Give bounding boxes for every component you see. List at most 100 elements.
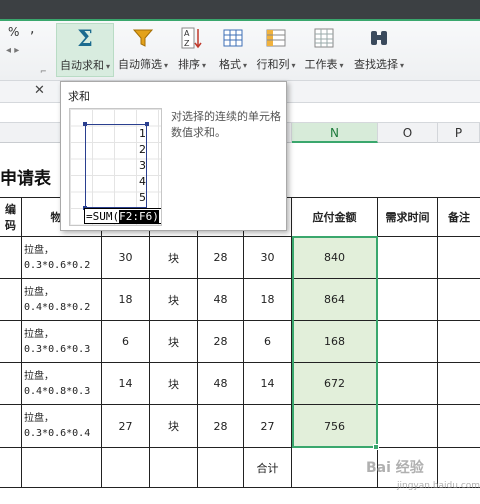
unit-cell[interactable]: 块 <box>150 363 198 405</box>
demand-time-cell[interactable] <box>378 363 438 405</box>
quantity-cell[interactable]: 27 <box>102 405 150 448</box>
find-select-label: 查找选择 <box>353 58 398 71</box>
tooltip-title: 求和 <box>68 90 90 103</box>
preview-value: 5 <box>139 191 146 204</box>
quantity-cell[interactable]: 6 <box>102 321 150 363</box>
total-row-cell[interactable] <box>22 448 102 488</box>
format-label: 格式 <box>218 58 241 71</box>
autosum-button[interactable]: Σ 自动求和 ▾ <box>56 23 114 77</box>
column-header-n[interactable]: N <box>292 123 378 143</box>
remarks-cell[interactable] <box>438 237 480 279</box>
autofilter-label: 自动筛选 <box>118 58 162 71</box>
tooltip-description: 对选择的连续的单元格数值求和。 <box>171 110 281 139</box>
price-cell[interactable]: 48 <box>198 363 244 405</box>
preview-value: 4 <box>139 175 146 188</box>
fill-handle[interactable] <box>373 444 379 450</box>
total-label[interactable]: 合计 <box>244 448 292 488</box>
percent-style-button[interactable]: % <box>8 25 19 39</box>
autosum-tooltip: 求和 1 2 3 4 5 =SUM(F2:F6) 对选择的连续的单元格数值求和。 <box>60 81 287 231</box>
svg-text:A: A <box>184 29 190 38</box>
remarks-cell[interactable] <box>438 321 480 363</box>
demand-time-cell[interactable] <box>378 237 438 279</box>
comma-style-button[interactable]: , <box>30 21 34 37</box>
format-icon <box>221 26 245 50</box>
chevron-down-icon: ▾ <box>339 61 344 70</box>
header-demand-time[interactable]: 需求时间 <box>378 197 438 237</box>
unit-cell[interactable]: 块 <box>150 321 198 363</box>
header-amount[interactable]: 应付金额 <box>292 197 378 237</box>
range-corner-handle <box>83 122 87 126</box>
chevron-down-icon: ▾ <box>242 61 247 70</box>
format-button[interactable]: 格式 ▾ <box>214 23 252 77</box>
remarks-cell[interactable] <box>438 279 480 321</box>
tooltip-preview: 1 2 3 4 5 =SUM(F2:F6) <box>69 108 162 226</box>
material-cell[interactable]: 拉盘， 0.3*0.6*0.4 <box>22 405 102 448</box>
formula-prefix: =SUM( <box>86 210 120 223</box>
quantity-cell[interactable]: 18 <box>102 279 150 321</box>
rows-columns-button[interactable]: 行和列 ▾ <box>254 23 298 77</box>
demand-time-cell[interactable] <box>378 405 438 448</box>
table-cell[interactable] <box>0 237 22 279</box>
quantity-cell[interactable]: 30 <box>244 237 292 279</box>
material-cell[interactable]: 拉盘， 0.4*0.8*0.2 <box>22 279 102 321</box>
preview-value: 3 <box>139 159 146 172</box>
autofilter-button[interactable]: 自动筛选 ▾ <box>118 23 168 77</box>
range-corner-handle <box>145 122 149 126</box>
column-header-p[interactable]: P <box>438 123 480 143</box>
demand-time-cell[interactable] <box>378 279 438 321</box>
unit-cell[interactable]: 块 <box>150 279 198 321</box>
filter-icon <box>131 26 155 50</box>
close-icon[interactable]: ✕ <box>34 83 45 98</box>
worksheet-label: 工作表 <box>304 58 338 71</box>
dialog-launcher-icon[interactable]: ⌐ <box>40 67 47 76</box>
chevron-down-icon: ▾ <box>201 61 206 70</box>
rows-columns-icon <box>264 26 288 50</box>
price-cell[interactable]: 48 <box>198 279 244 321</box>
table-cell[interactable] <box>0 279 22 321</box>
chevron-down-icon: ▾ <box>164 61 169 70</box>
remarks-cell[interactable] <box>438 405 480 448</box>
demand-time-cell[interactable] <box>378 321 438 363</box>
material-cell[interactable]: 拉盘， 0.3*0.6*0.3 <box>22 321 102 363</box>
worksheet-button[interactable]: 工作表 ▾ <box>302 23 346 77</box>
amount-cell[interactable]: 840 <box>292 237 378 279</box>
amount-cell[interactable]: 672 <box>292 363 378 405</box>
remarks-cell[interactable] <box>438 363 480 405</box>
total-row-cell[interactable] <box>150 448 198 488</box>
find-select-button[interactable]: 查找选择 ▾ <box>350 23 408 77</box>
quantity-cell[interactable]: 14 <box>244 363 292 405</box>
amount-cell[interactable]: 168 <box>292 321 378 363</box>
autosum-label: 自动求和 <box>59 59 104 72</box>
amount-cell[interactable]: 756 <box>292 405 378 448</box>
unit-cell[interactable]: 块 <box>150 237 198 279</box>
title-bar <box>0 0 480 19</box>
material-cell[interactable]: 拉盘， 0.3*0.6*0.2 <box>22 237 102 279</box>
quantity-cell[interactable]: 14 <box>102 363 150 405</box>
quantity-cell[interactable]: 6 <box>244 321 292 363</box>
total-row-cell[interactable] <box>198 448 244 488</box>
formula-suffix: ) <box>152 210 159 223</box>
table-cell[interactable] <box>0 405 22 448</box>
sigma-icon: Σ <box>77 26 93 52</box>
price-cell[interactable]: 28 <box>198 321 244 363</box>
svg-text:Z: Z <box>184 39 190 48</box>
amount-cell[interactable]: 864 <box>292 279 378 321</box>
material-cell[interactable]: 拉盘， 0.4*0.8*0.3 <box>22 363 102 405</box>
header-code[interactable]: 编码 <box>0 197 22 237</box>
preview-formula: =SUM(F2:F6) <box>84 208 161 224</box>
total-row-cell[interactable] <box>0 448 22 488</box>
total-row-cell[interactable] <box>102 448 150 488</box>
rows-columns-label: 行和列 <box>256 58 290 71</box>
quantity-cell[interactable]: 27 <box>244 405 292 448</box>
decimal-icon[interactable]: ◂ ▸ <box>6 45 19 56</box>
header-remarks[interactable]: 备注 <box>438 197 480 237</box>
table-cell[interactable] <box>0 363 22 405</box>
quantity-cell[interactable]: 30 <box>102 237 150 279</box>
column-header-o[interactable]: O <box>378 123 438 143</box>
price-cell[interactable]: 28 <box>198 237 244 279</box>
sort-button[interactable]: A Z 排序 ▾ <box>174 23 210 77</box>
quantity-cell[interactable]: 18 <box>244 279 292 321</box>
unit-cell[interactable]: 块 <box>150 405 198 448</box>
price-cell[interactable]: 28 <box>198 405 244 448</box>
table-cell[interactable] <box>0 321 22 363</box>
